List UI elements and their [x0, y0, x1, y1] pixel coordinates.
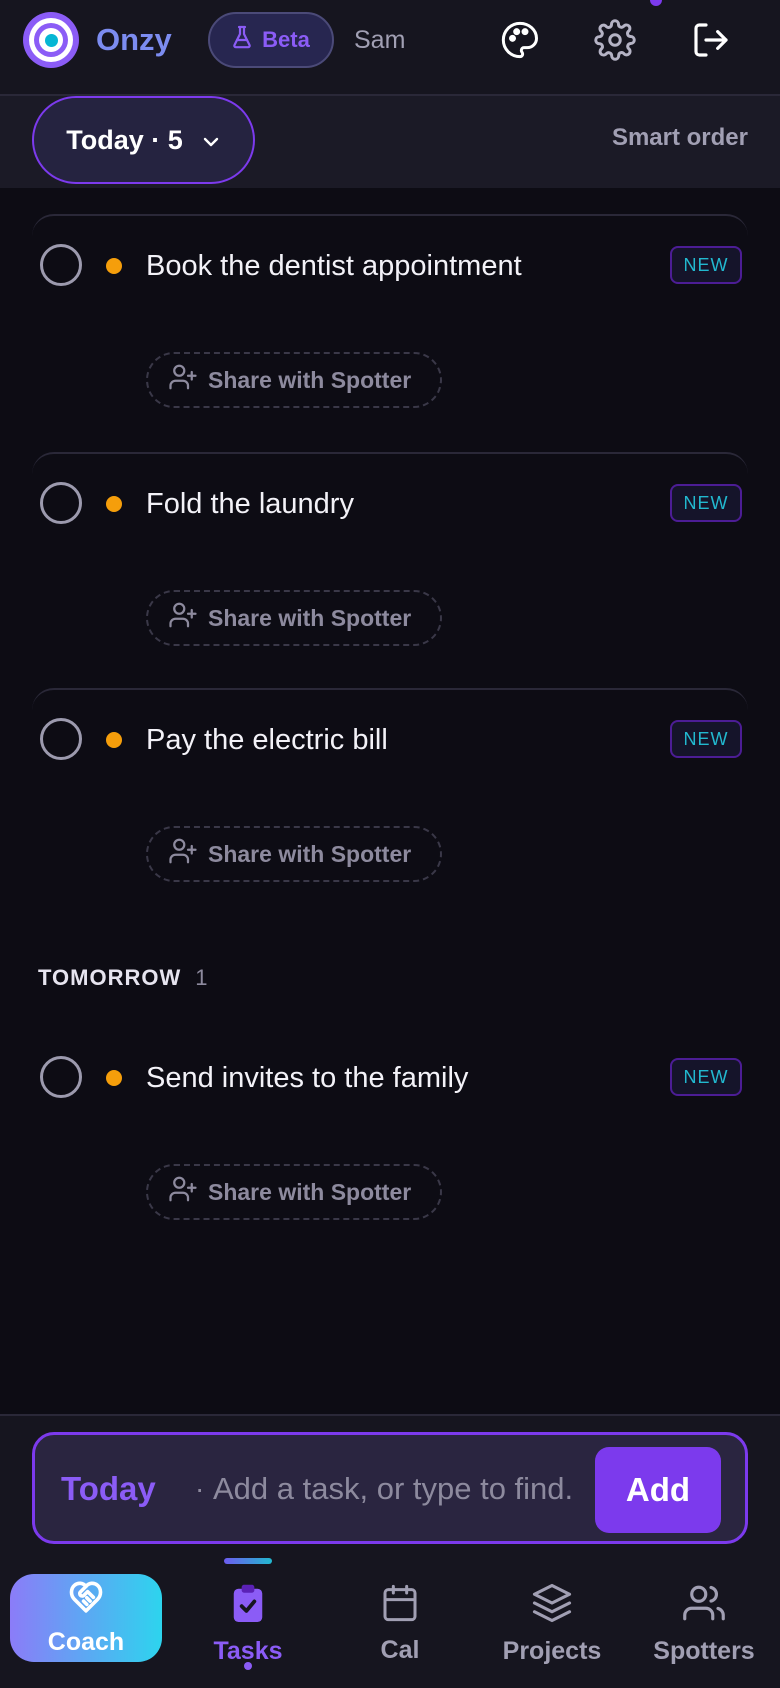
- layers-icon: [531, 1582, 573, 1631]
- flask-icon: [232, 25, 252, 55]
- nav-spotters-label: Spotters: [653, 1637, 755, 1665]
- new-badge: NEW: [670, 484, 742, 522]
- user-plus-icon: [168, 362, 198, 398]
- task-title[interactable]: Send invites to the family: [146, 1056, 468, 1100]
- task-complete-checkbox[interactable]: [40, 1056, 82, 1098]
- task-item: Send invites to the family NEW Share wit…: [32, 1026, 748, 1236]
- notification-dot: [650, 0, 662, 6]
- composer-area: Today · Add: [0, 1414, 780, 1560]
- section-title: TOMORROW: [38, 965, 182, 990]
- task-composer: Today · Add: [32, 1432, 748, 1544]
- priority-dot: [106, 732, 122, 748]
- nav-projects-label: Projects: [502, 1637, 602, 1665]
- heart-handshake-icon: [66, 1579, 106, 1622]
- beta-badge[interactable]: Beta: [208, 12, 334, 68]
- share-with-spotter-button[interactable]: Share with Spotter: [146, 352, 442, 408]
- nav-cal-label: Cal: [380, 1636, 420, 1664]
- user-plus-icon: [168, 1174, 198, 1210]
- share-with-spotter-button[interactable]: Share with Spotter: [146, 826, 442, 882]
- share-label: Share with Spotter: [208, 840, 412, 867]
- new-badge: NEW: [670, 246, 742, 284]
- users-icon: [682, 1582, 726, 1631]
- task-item: Pay the electric bill NEW Share with Spo…: [32, 688, 748, 898]
- task-complete-checkbox[interactable]: [40, 718, 82, 760]
- share-label: Share with Spotter: [208, 604, 412, 631]
- beta-label: Beta: [262, 27, 310, 52]
- nav-projects[interactable]: Projects: [477, 1574, 627, 1674]
- composer-separator: ·: [195, 1473, 205, 1504]
- new-badge: NEW: [670, 720, 742, 758]
- clipboard-check-icon: [229, 1582, 267, 1631]
- priority-dot: [106, 258, 122, 274]
- task-item: Book the dentist appointment NEW Share w…: [32, 214, 748, 424]
- nav-coach[interactable]: Coach: [10, 1574, 162, 1662]
- calendar-icon: [380, 1583, 420, 1630]
- priority-dot: [106, 1070, 122, 1086]
- smart-order-button[interactable]: Smart order: [612, 118, 748, 158]
- share-label: Share with Spotter: [208, 1178, 412, 1205]
- brand-name: Onzy: [96, 22, 172, 57]
- task-title[interactable]: Fold the laundry: [146, 482, 354, 526]
- nav-tasks[interactable]: Tasks: [173, 1558, 323, 1674]
- task-input[interactable]: [213, 1465, 623, 1513]
- share-with-spotter-button[interactable]: Share with Spotter: [146, 590, 442, 646]
- task-complete-checkbox[interactable]: [40, 244, 82, 286]
- add-button[interactable]: Add: [595, 1447, 721, 1533]
- today-filter-label: Today · 5: [66, 124, 183, 155]
- user-plus-icon: [168, 600, 198, 636]
- chevron-down-icon: [201, 125, 221, 156]
- logout-icon[interactable]: [688, 17, 734, 63]
- new-badge: NEW: [670, 1058, 742, 1096]
- user-name: Sam: [354, 26, 406, 54]
- today-filter-button[interactable]: Today · 5: [32, 96, 255, 184]
- nav-spotters[interactable]: Spotters: [629, 1574, 779, 1674]
- gear-icon[interactable]: [592, 17, 638, 63]
- priority-dot: [106, 496, 122, 512]
- task-title[interactable]: Pay the electric bill: [146, 718, 388, 762]
- active-tab-indicator: [224, 1558, 272, 1564]
- bottom-nav: Coach Tasks Cal Projects Spotters: [0, 1558, 780, 1688]
- app-logo[interactable]: [23, 12, 79, 68]
- section-heading-tomorrow: TOMORROW 1: [38, 958, 209, 998]
- active-dot: [244, 1662, 252, 1670]
- task-title[interactable]: Book the dentist appointment: [146, 244, 522, 288]
- task-item: Fold the laundry NEW Share with Spotter: [32, 452, 748, 662]
- user-plus-icon: [168, 836, 198, 872]
- nav-cal[interactable]: Cal: [325, 1574, 475, 1674]
- app-header: Onzy Beta Sam: [0, 0, 780, 96]
- section-count: 1: [195, 965, 209, 990]
- filter-bar: Today · 5 Smart order: [0, 96, 780, 188]
- nav-coach-label: Coach: [47, 1628, 125, 1656]
- share-label: Share with Spotter: [208, 366, 412, 393]
- composer-context-label[interactable]: Today: [61, 1467, 156, 1511]
- share-with-spotter-button[interactable]: Share with Spotter: [146, 1164, 442, 1220]
- task-complete-checkbox[interactable]: [40, 482, 82, 524]
- palette-icon[interactable]: [497, 17, 543, 63]
